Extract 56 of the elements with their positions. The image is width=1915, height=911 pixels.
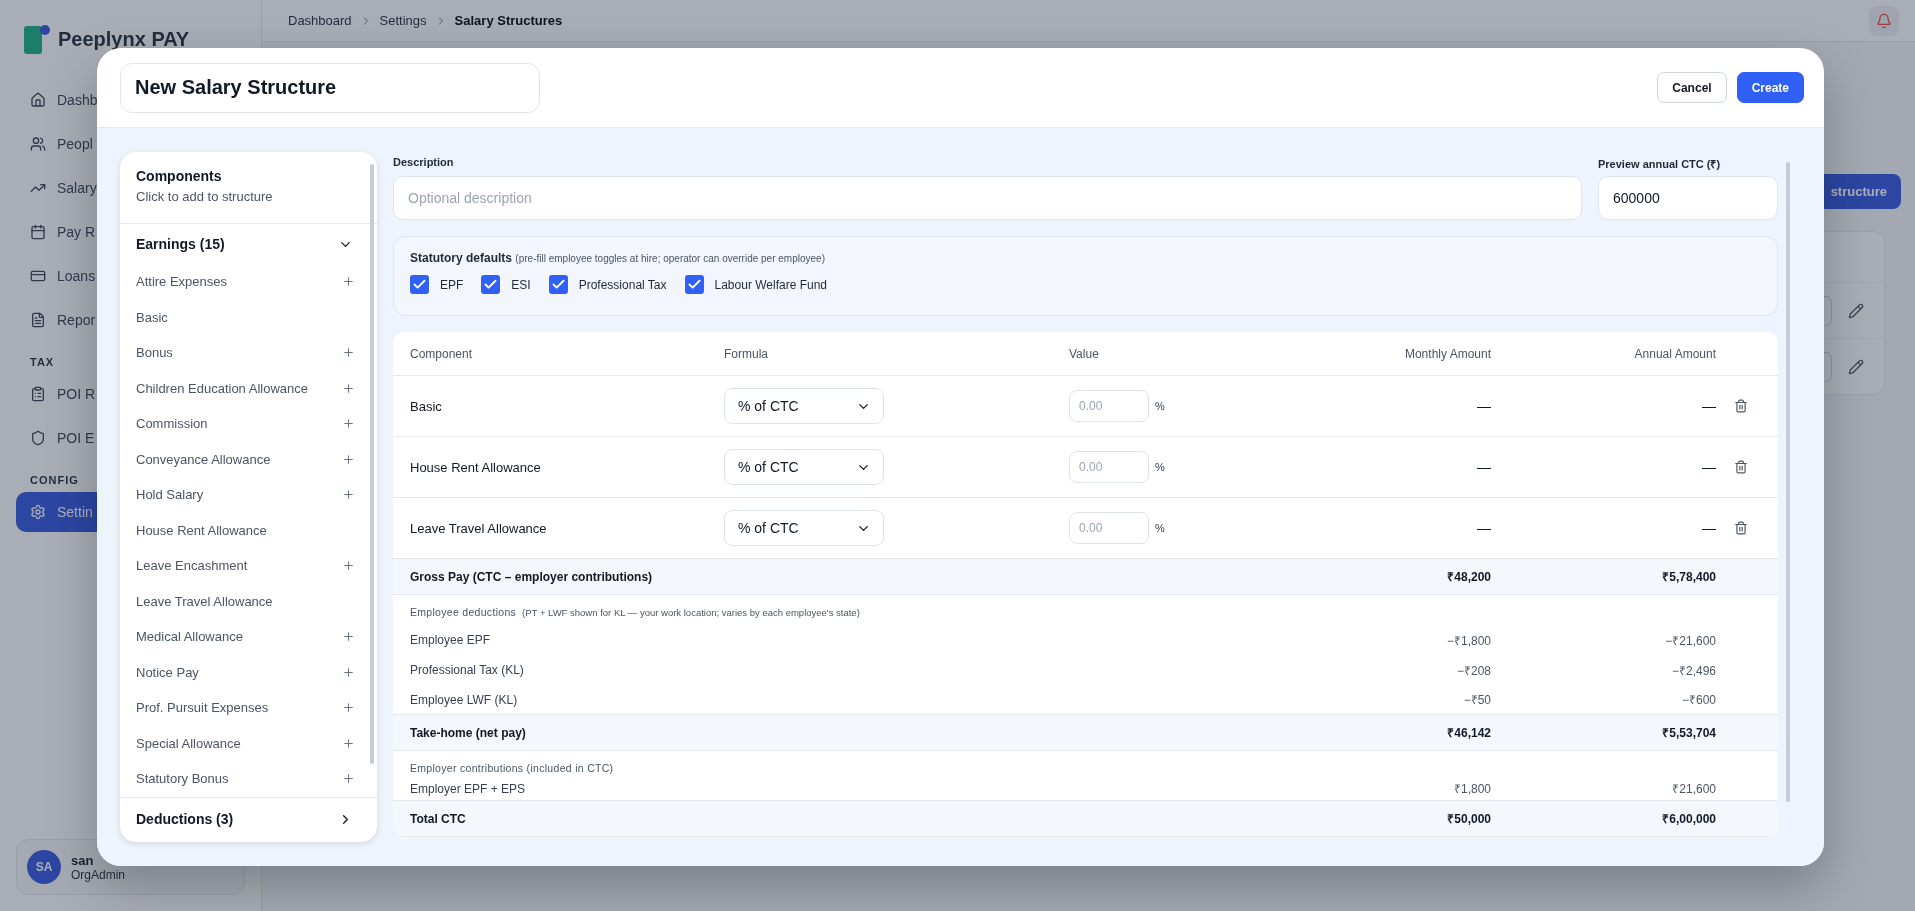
monthly-amount: ₹46,142 xyxy=(1446,725,1491,741)
line-label: Employer EPF + EPS xyxy=(410,781,527,796)
annual-amount: ₹21,600 xyxy=(1671,781,1716,797)
annual-amount: — xyxy=(1701,398,1716,414)
panel-title: Components xyxy=(136,168,223,184)
monthly-amount: — xyxy=(1476,398,1491,414)
monthly-amount: — xyxy=(1476,520,1491,536)
monthly-amount: — xyxy=(1476,459,1491,475)
component-name: Leave Travel Allowance xyxy=(410,520,548,536)
logo-text: Peeplynx PAY xyxy=(58,27,190,51)
monthly-amount: −₹1,800 xyxy=(1445,632,1491,649)
nav-section-label: TAX xyxy=(30,356,55,368)
nav-section-label: CONFIG xyxy=(30,474,79,486)
monthly-amount: −₹208 xyxy=(1455,662,1491,679)
user-role: OrgAdmin xyxy=(71,867,126,882)
total-label: Total CTC xyxy=(410,811,467,826)
panel-subtitle: Click to add to structure xyxy=(136,189,274,204)
line-label: Employee LWF (KL) xyxy=(410,692,519,707)
section-note: (PT + LWF shown for KL — your work location; varies by each employee's state) xyxy=(522,607,860,618)
checkbox-label: ESI xyxy=(511,277,531,292)
section-label: Employer contributions (included in CTC) xyxy=(410,762,614,774)
total-label: Gross Pay (CTC – employer contributions) xyxy=(410,569,654,584)
unit-label: % xyxy=(1155,461,1165,473)
line-label: Employee EPF xyxy=(410,633,492,647)
checkbox-label: EPF xyxy=(440,277,464,292)
component-name: House Rent Allowance xyxy=(410,459,542,475)
annual-amount: ₹5,78,400 xyxy=(1661,569,1716,585)
column-header: Value xyxy=(1069,346,1100,361)
unit-label: % xyxy=(1155,522,1165,534)
checkbox-label: Professional Tax xyxy=(578,277,667,292)
annual-amount: −₹21,600 xyxy=(1664,632,1716,649)
column-header: Formula xyxy=(724,346,769,361)
unit-label: % xyxy=(1155,400,1165,412)
statutory-title: Statutory defaults (pre-fill employee toggles at hire; operator can override per employee) xyxy=(410,251,826,265)
monthly-amount: −₹50 xyxy=(1462,692,1491,708)
user-name: san xyxy=(71,852,95,868)
annual-amount: — xyxy=(1701,459,1716,475)
component-name: Basic xyxy=(410,398,443,414)
monthly-amount: ₹50,000 xyxy=(1446,811,1491,827)
annual-amount: −₹600 xyxy=(1680,692,1716,708)
monthly-amount: ₹1,800 xyxy=(1452,781,1491,797)
total-label: Take-home (net pay) xyxy=(410,725,527,740)
field-label: Description xyxy=(393,156,455,170)
annual-amount: −₹2,496 xyxy=(1670,662,1716,679)
checkbox-label: Labour Welfare Fund xyxy=(714,277,828,292)
annual-amount: — xyxy=(1701,520,1716,536)
monthly-amount: ₹48,200 xyxy=(1446,569,1491,585)
annual-amount: ₹5,53,704 xyxy=(1661,725,1716,741)
field-label: Preview annual CTC (₹) xyxy=(1598,157,1722,170)
annual-amount: ₹6,00,000 xyxy=(1661,811,1716,827)
line-label: Professional Tax (KL) xyxy=(410,663,525,677)
section-label: Employee deductions xyxy=(410,606,517,618)
column-header: Annual Amount xyxy=(1633,346,1716,361)
column-header: Component xyxy=(410,346,474,361)
user-avatar: SA xyxy=(27,850,61,884)
column-header: Monthly Amount xyxy=(1403,346,1491,361)
